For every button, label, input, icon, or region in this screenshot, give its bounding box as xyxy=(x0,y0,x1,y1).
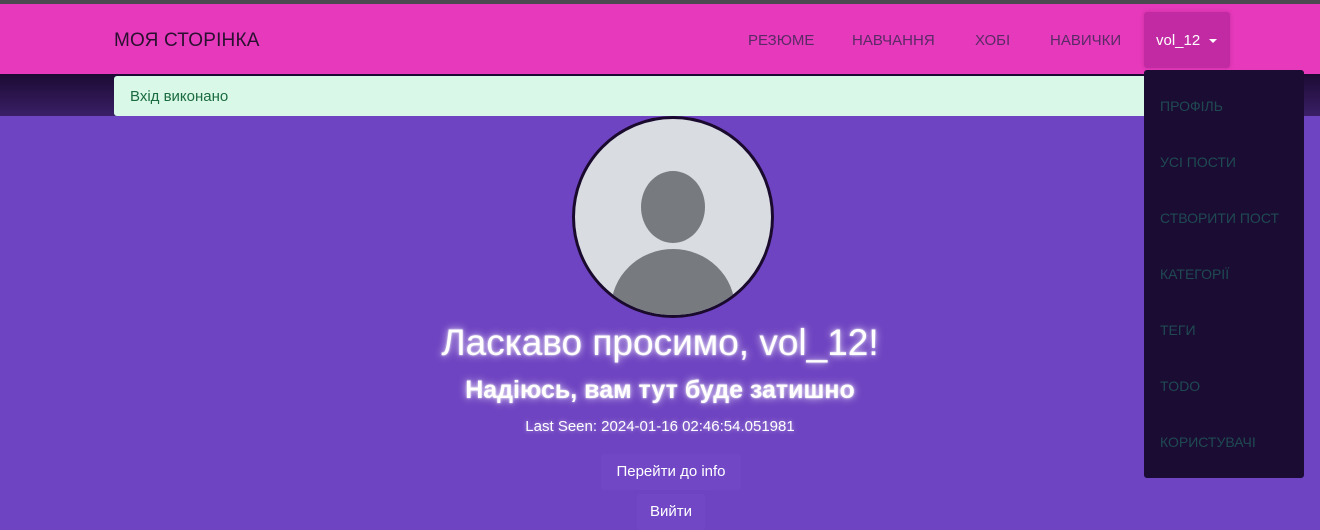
go-to-info-button[interactable]: Перейти до info xyxy=(601,454,741,490)
welcome-heading: Ласкаво просимо, vol_12! xyxy=(441,322,879,363)
dropdown-item-tags[interactable]: ТЕГИ xyxy=(1160,322,1196,338)
dropdown-item-profile[interactable]: ПРОФІЛЬ xyxy=(1160,98,1223,114)
logout-button[interactable]: Вийти xyxy=(637,494,705,530)
brand-link[interactable]: МОЯ СТОРІНКА xyxy=(114,30,260,52)
avatar xyxy=(572,116,774,318)
dropdown-item-create-post[interactable]: СТВОРИТИ ПОСТ xyxy=(1160,210,1279,226)
dropdown-item-users[interactable]: КОРИСТУВАЧІ xyxy=(1160,434,1256,450)
alert-text: Вхід виконано xyxy=(130,88,229,105)
last-seen-text: Last Seen: 2024-01-16 02:46:54.051981 xyxy=(525,418,795,435)
caret-down-icon xyxy=(1209,39,1217,43)
dropdown-item-all-posts[interactable]: УСІ ПОСТИ xyxy=(1160,154,1236,170)
nav-link-education[interactable]: НАВЧАННЯ xyxy=(852,32,935,49)
user-name: vol_12 xyxy=(1156,32,1201,49)
dropdown-item-todo[interactable]: TODO xyxy=(1160,378,1200,394)
default-user-icon xyxy=(611,171,735,315)
user-dropdown-menu: ПРОФІЛЬ УСІ ПОСТИ СТВОРИТИ ПОСТ КАТЕГОРІ… xyxy=(1144,70,1304,478)
nav-link-resume[interactable]: РЕЗЮМЕ xyxy=(748,32,814,49)
dropdown-item-categories[interactable]: КАТЕГОРІЇ xyxy=(1160,266,1229,282)
welcome-subtitle: Надіюсь, вам тут буде затишно xyxy=(465,376,855,404)
navbar: МОЯ СТОРІНКА РЕЗЮМЕ НАВЧАННЯ ХОБІ НАВИЧК… xyxy=(0,4,1320,74)
nav-link-skills[interactable]: НАВИЧКИ xyxy=(1050,32,1121,49)
user-menu-toggle[interactable]: vol_12 xyxy=(1144,12,1230,68)
success-alert: Вхід виконано xyxy=(114,76,1154,116)
nav-link-hobby[interactable]: ХОБІ xyxy=(975,32,1010,49)
